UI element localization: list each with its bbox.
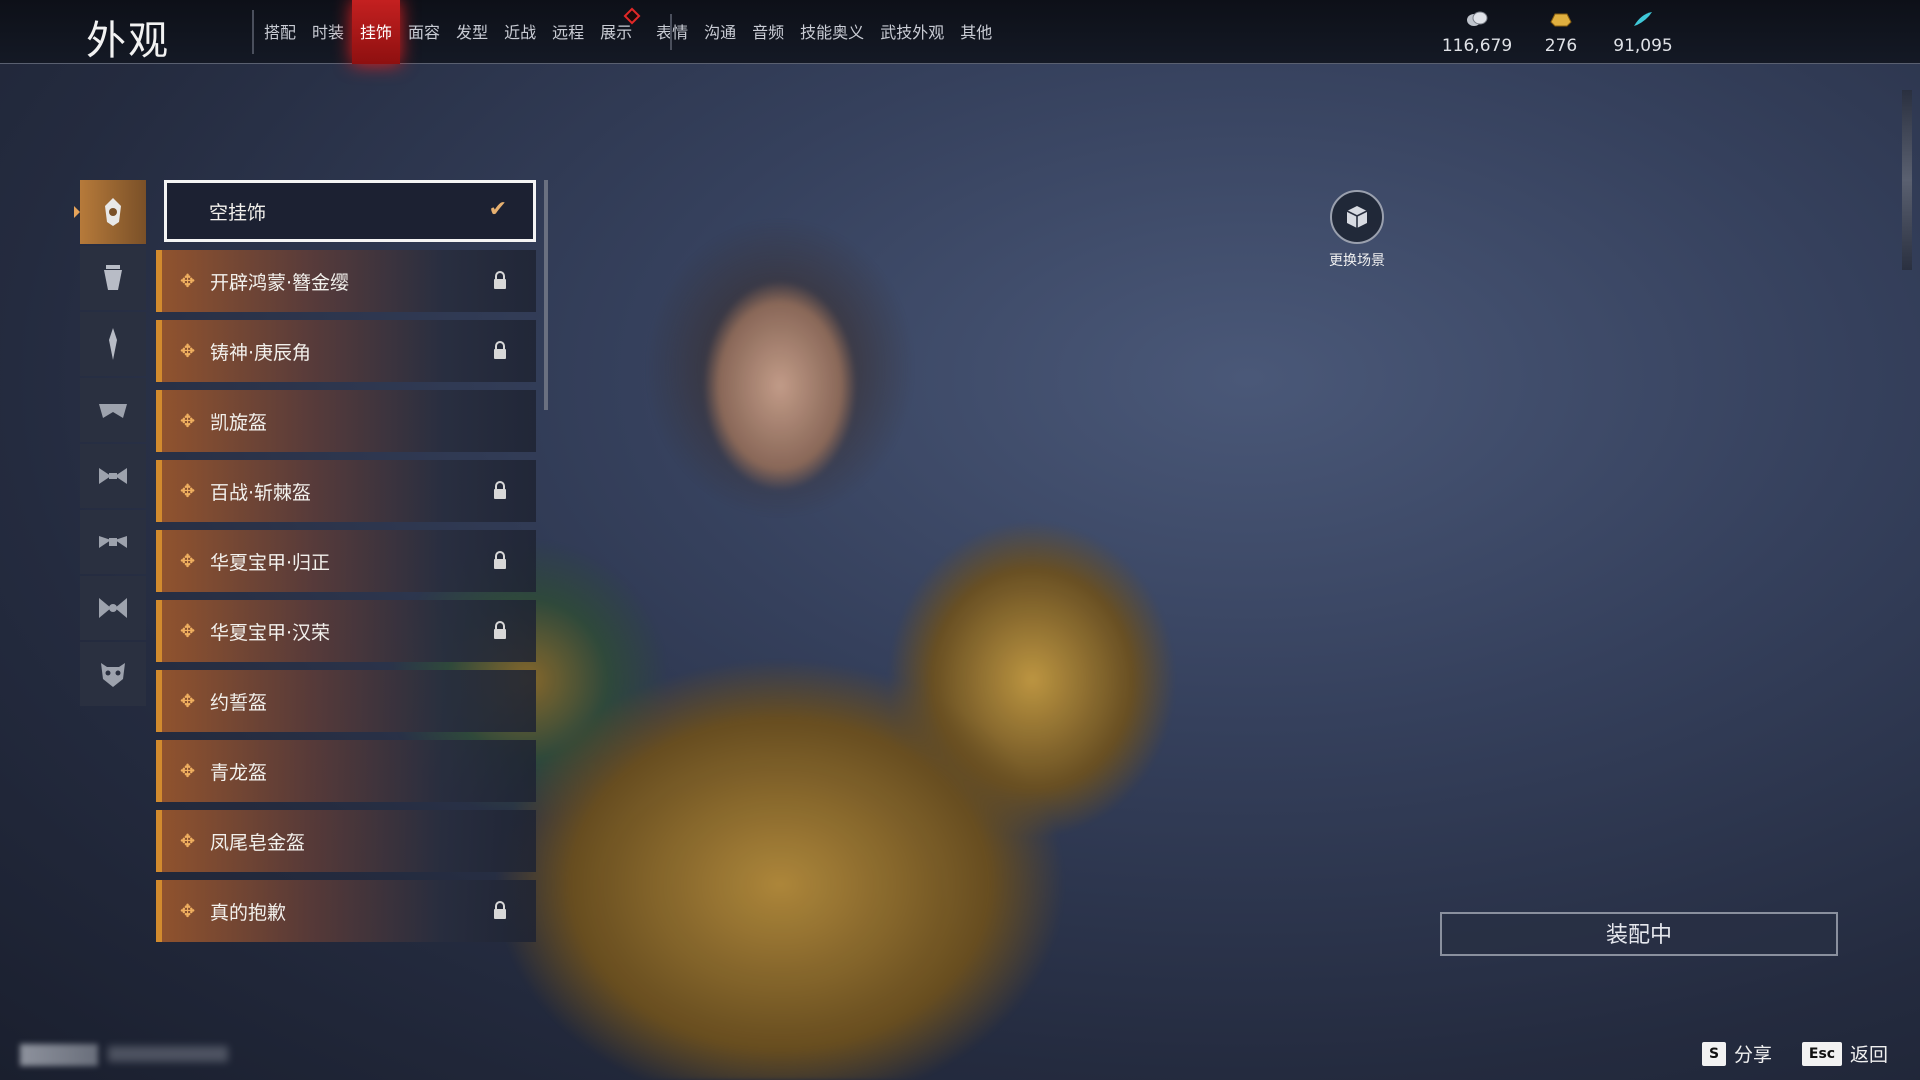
item-label: 华夏宝甲·汉荣 [210, 621, 331, 644]
tab-hairstyle[interactable]: 发型 [448, 0, 496, 64]
list-item[interactable]: ✥ 华夏宝甲·汉荣 [156, 600, 536, 662]
player-id-blurred [108, 1046, 228, 1062]
lock-icon [494, 481, 506, 499]
quality-icon: ✥ [180, 550, 196, 572]
tail-ornament-icon [99, 598, 127, 618]
tab-other[interactable]: 其他 [952, 0, 1000, 64]
currency-gold-value: 276 [1544, 36, 1578, 56]
face-ornament-icon [104, 265, 122, 290]
lock-icon [494, 551, 506, 569]
list-item[interactable]: ✥ 铸神·庚辰角 [156, 320, 536, 382]
item-label: 凯旋盔 [210, 411, 268, 434]
category-hairpin[interactable] [80, 312, 146, 376]
tab-ornament[interactable]: 挂饰 [352, 0, 401, 64]
list-item[interactable]: ✥ 百战·斩棘盔 [156, 460, 536, 522]
item-label: 开辟鸿蒙·簪金缨 [210, 271, 350, 294]
lock-icon [494, 271, 506, 289]
back-label[interactable]: 返回 [1850, 1040, 1888, 1067]
list-item[interactable]: ✥ 青龙盔 [156, 740, 536, 802]
tab-communication[interactable]: 沟通 [696, 0, 744, 64]
change-scene-label: 更换场景 [1329, 253, 1385, 269]
item-label: 空挂饰 [209, 201, 267, 224]
category-back-ornament[interactable] [80, 510, 146, 574]
quality-icon: ✥ [180, 830, 196, 852]
list-item[interactable]: ✥ 真的抱歉 [156, 880, 536, 942]
category-tabs: 搭配 时装 挂饰 面容 发型 近战 远程 展示 表情 沟通 音频 技能奥义 武技… [256, 0, 1000, 64]
tab-ranged[interactable]: 远程 [544, 0, 592, 64]
tab-melee[interactable]: 近战 [496, 0, 544, 64]
tab-fashion[interactable]: 时装 [304, 0, 352, 64]
page-scrollbar[interactable] [1902, 90, 1912, 270]
page-title: 外观 [86, 18, 170, 64]
quality-icon: ✥ [180, 270, 196, 292]
currency-coins-value: 116,679 [1441, 36, 1513, 56]
item-label: 华夏宝甲·归正 [210, 551, 331, 574]
tab-face[interactable]: 面容 [400, 0, 448, 64]
tab-skill-ultimate[interactable]: 技能奥义 [792, 0, 872, 64]
ornament-list: 空挂饰 ✔ ✥ 开辟鸿蒙·簪金缨 ✥ 铸神·庚辰角 ✥ 凯旋盔 ✥ 百战·斩棘盔… [156, 180, 536, 950]
new-badge-icon [623, 7, 641, 25]
scene-circle [1330, 190, 1384, 244]
shoulder-ornament-icon [99, 404, 127, 418]
hairpin-icon [109, 328, 117, 360]
tab-separator [252, 10, 254, 54]
ornament-category-column [74, 180, 146, 708]
change-scene-button[interactable]: 更换场景 [1320, 190, 1394, 270]
category-tail-ornament[interactable] [80, 576, 146, 640]
coin-stack-icon [1467, 11, 1488, 26]
equipped-button[interactable]: 装配中 [1440, 912, 1838, 956]
list-item[interactable]: ✥ 开辟鸿蒙·簪金缨 [156, 250, 536, 312]
quality-icon: ✥ [180, 900, 196, 922]
share-key[interactable]: S [1702, 1042, 1726, 1066]
quality-icon: ✥ [180, 690, 196, 712]
list-item[interactable]: ✥ 凯旋盔 [156, 390, 536, 452]
lock-icon [494, 621, 506, 639]
tab-showcase-label: 展示 [600, 23, 633, 42]
currency-gold: 276 [1516, 10, 1606, 56]
player-name-blurred [20, 1044, 98, 1066]
back-ornament-icon [99, 536, 127, 548]
tab-martial-appearance[interactable]: 武技外观 [872, 0, 952, 64]
back-key[interactable]: Esc [1802, 1042, 1842, 1066]
category-shoulder-ornament[interactable] [80, 378, 146, 442]
list-item[interactable]: ✥ 约誓盔 [156, 670, 536, 732]
share-label[interactable]: 分享 [1734, 1040, 1772, 1067]
tab-outfit-set[interactable]: 搭配 [256, 0, 304, 64]
item-label: 真的抱歉 [210, 901, 287, 924]
jade-feather-icon [1634, 12, 1652, 26]
tab-separator [670, 14, 672, 50]
cube-icon [1346, 206, 1368, 228]
waist-ornament-icon [99, 468, 127, 484]
quality-icon: ✥ [180, 410, 196, 432]
gold-ingot-icon [1550, 13, 1572, 27]
check-icon: ✔ [488, 197, 507, 222]
tab-showcase[interactable]: 展示 [592, 0, 641, 64]
quality-icon: ✥ [180, 760, 196, 782]
quality-icon: ✥ [180, 620, 196, 642]
list-item[interactable]: ✥ 凤尾皂金盔 [156, 810, 536, 872]
lock-icon [494, 341, 506, 359]
category-waist-ornament[interactable] [80, 444, 146, 508]
head-ornament-icon [105, 198, 121, 226]
category-mask[interactable] [80, 642, 146, 706]
currency-jade-value: 91,095 [1613, 36, 1673, 56]
lock-icon [494, 901, 506, 919]
category-face-ornament[interactable] [80, 246, 146, 310]
tab-audio[interactable]: 音频 [744, 0, 792, 64]
item-label: 百战·斩棘盔 [210, 481, 312, 504]
item-label: 铸神·庚辰角 [210, 341, 312, 364]
item-label: 凤尾皂金盔 [210, 831, 306, 854]
currency-jade: 91,095 [1598, 10, 1688, 56]
list-scrollbar[interactable] [544, 180, 548, 410]
quality-icon: ✥ [180, 340, 196, 362]
tab-emote[interactable]: 表情 [648, 0, 696, 64]
quality-icon: ✥ [180, 480, 196, 502]
list-item[interactable]: ✥ 华夏宝甲·归正 [156, 530, 536, 592]
currency-coins: 116,679 [1432, 10, 1522, 56]
mask-icon [101, 663, 125, 687]
item-label: 青龙盔 [210, 761, 268, 784]
list-item[interactable]: 空挂饰 ✔ [164, 180, 536, 242]
item-label: 约誓盔 [210, 691, 268, 714]
category-head-ornament[interactable] [74, 180, 146, 244]
